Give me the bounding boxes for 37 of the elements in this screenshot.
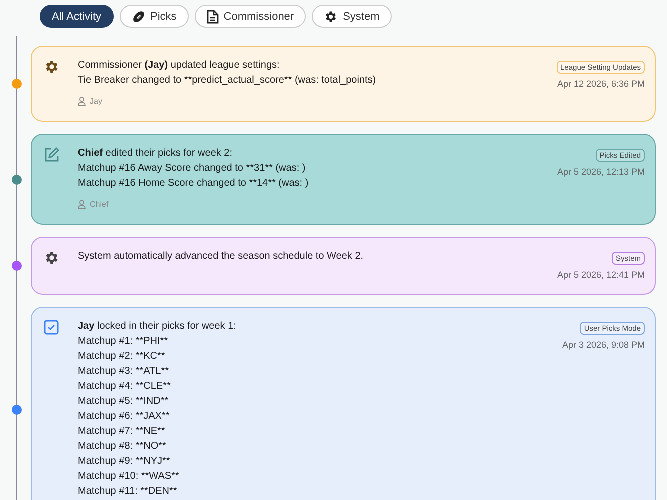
activity-detail: Matchup #11: **DEN** — [78, 485, 178, 499]
activity-detail: Matchup #1: **PHI** — [78, 335, 170, 349]
user-icon — [78, 97, 86, 106]
user-icon — [78, 200, 86, 209]
user-name: Jay — [90, 96, 102, 108]
user-name: Chief — [90, 199, 109, 211]
gear-icon — [324, 10, 338, 24]
activity-message: System automatically advanced the season schedule to Week 2. — [78, 250, 365, 264]
activity-detail: Matchup #8: **NO** — [78, 440, 168, 454]
activity-detail: Matchup #16 Home Score changed to **14** (was: ) — [78, 177, 310, 191]
gear-icon — [44, 250, 60, 266]
edit-icon — [44, 147, 60, 163]
activity-detail: Matchup #7: **NE** — [78, 425, 166, 439]
activity-message: Commissioner (Jay) updated league settings: — [78, 59, 281, 73]
filter-tab[interactable]: System — [312, 5, 392, 28]
activity-detail: Matchup #10: **WAS** — [78, 470, 180, 484]
timestamp: Apr 5 2026, 12:41 PM — [557, 270, 645, 280]
activity-detail: Matchup #6: **JAX** — [78, 410, 171, 424]
document-icon — [206, 10, 219, 24]
activity-detail: Matchup #16 Away Score changed to **31** (was: ) — [78, 162, 307, 176]
activity-message: Jay locked in their picks for week 1: — [78, 320, 238, 334]
filter-tab[interactable]: All Activity — [40, 5, 114, 28]
activity-message: Chief edited their picks for week 2: — [78, 147, 234, 161]
activity-detail: Matchup #2: **KC** — [78, 350, 166, 364]
filter-tab[interactable]: Commissioner — [194, 5, 306, 28]
filter-tab[interactable]: Picks — [120, 5, 189, 28]
activity-detail: Tie Breaker changed to **predict_actual_score** (was: total_points) — [78, 74, 378, 88]
football-icon — [132, 10, 146, 24]
checkbox-icon — [44, 320, 59, 335]
activity-detail: Matchup #4: **CLE** — [78, 380, 172, 394]
activity-detail: Matchup #9: **NYJ** — [78, 455, 172, 469]
gear-icon — [44, 59, 60, 75]
timestamp: Apr 12 2026, 6:36 PM — [557, 79, 645, 89]
timestamp: Apr 3 2026, 9:08 PM — [562, 340, 645, 350]
activity-detail: Matchup #3: **ATL** — [78, 365, 170, 379]
timestamp: Apr 5 2026, 12:13 PM — [557, 167, 645, 177]
activity-detail: Matchup #5: **IND** — [78, 395, 170, 409]
